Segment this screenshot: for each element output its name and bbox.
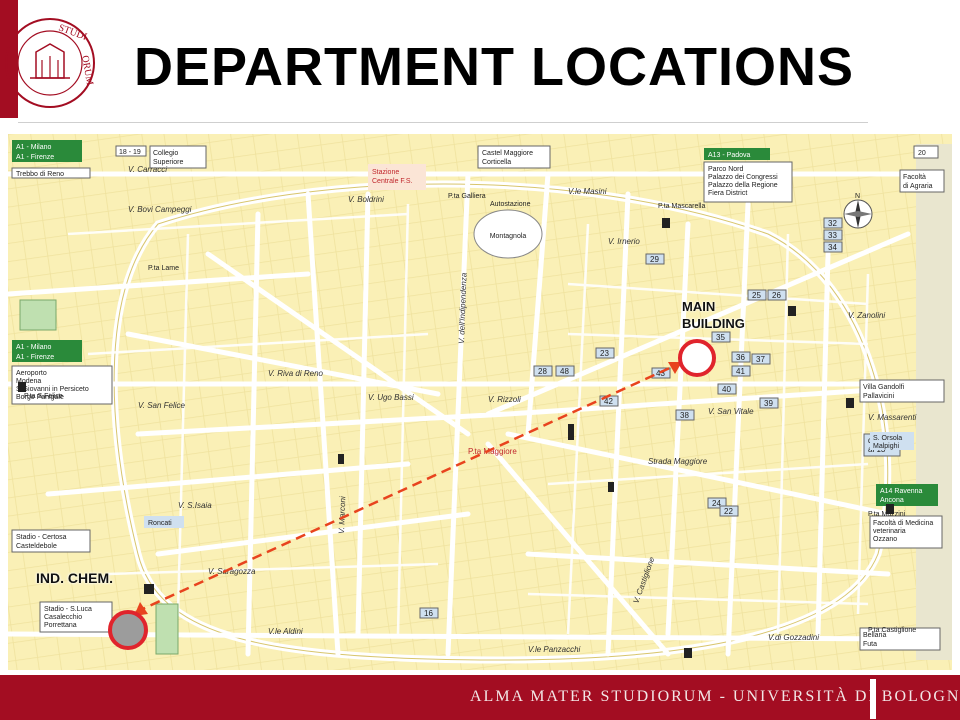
page-title: DEPARTMENT LOCATIONS [134,37,854,97]
svg-text:V.le Masini: V.le Masini [568,187,607,196]
svg-text:28: 28 [538,367,547,376]
svg-text:23: 23 [600,349,609,358]
svg-text:Castel Maggiore: Castel Maggiore [482,150,533,157]
svg-text:35: 35 [716,333,725,342]
svg-text:di Agraria: di Agraria [903,183,933,190]
svg-text:V. Carracci: V. Carracci [128,165,167,174]
svg-text:V. Boldrini: V. Boldrini [348,195,384,204]
svg-text:Porrettana: Porrettana [44,622,77,629]
svg-text:Centrale F.S.: Centrale F.S. [372,178,413,185]
svg-text:Futa: Futa [863,641,877,648]
svg-text:Strada Maggiore: Strada Maggiore [648,457,708,466]
svg-text:Casalecchio: Casalecchio [44,614,82,621]
svg-text:Palazzo dei Congressi: Palazzo dei Congressi [708,174,778,181]
university-seal-logo: STUDI ORUM [5,18,95,108]
main-building-label: MAIN BUILDING [682,299,745,331]
svg-text:V. Massarenti: V. Massarenti [868,413,917,422]
svg-text:P.ta Mascarella: P.ta Mascarella [658,203,705,210]
svg-text:V. Bovi Campeggi: V. Bovi Campeggi [128,205,192,214]
svg-text:Montagnola: Montagnola [490,233,527,240]
footer-university-name: ALMA MATER STUDIORUM - UNIVERSITÀ DI BOL… [470,688,960,705]
svg-text:Aeroporto: Aeroporto [16,370,47,377]
svg-text:V. San Felice: V. San Felice [138,401,186,410]
svg-text:S. Orsola: S. Orsola [873,435,902,442]
svg-text:Fiera District: Fiera District [708,190,747,197]
svg-text:Trebbo di Reno: Trebbo di Reno [16,171,64,178]
svg-text:Facoltà di Medicina: Facoltà di Medicina [873,520,933,527]
svg-text:Ancona: Ancona [880,497,904,504]
svg-text:V. S.Isaia: V. S.Isaia [178,501,212,510]
svg-text:Parco Nord: Parco Nord [708,166,744,173]
svg-text:18 - 19: 18 - 19 [119,149,141,156]
svg-text:Corticella: Corticella [482,159,511,166]
svg-text:V.le Panzacchi: V.le Panzacchi [528,645,581,654]
svg-text:16: 16 [424,609,433,618]
svg-text:20: 20 [918,150,926,157]
svg-text:Ozzano: Ozzano [873,536,897,543]
svg-text:Autostazione: Autostazione [490,201,531,208]
svg-text:V. San Vitale: V. San Vitale [708,407,754,416]
svg-text:V. Riva di Reno: V. Riva di Reno [268,369,324,378]
title-divider [18,122,868,123]
svg-text:36: 36 [736,353,745,362]
svg-text:37: 37 [756,355,765,364]
svg-text:V. Ugo Bassi: V. Ugo Bassi [368,393,414,402]
svg-text:Stazione: Stazione [372,169,399,176]
svg-text:29: 29 [650,255,659,264]
svg-text:S.Giovanni in Persiceto: S.Giovanni in Persiceto [16,386,89,393]
svg-text:Collegio: Collegio [153,150,178,157]
city-map: Montagnola A1 - Milano A1 - Firenze Treb… [8,134,952,670]
svg-text:A1 - Milano: A1 - Milano [16,344,52,351]
svg-text:Facoltà: Facoltà [903,174,926,181]
svg-text:V.di Gozzadini: V.di Gozzadini [768,633,819,642]
svg-text:V. Irnerio: V. Irnerio [608,237,640,246]
city-map-graphic: Montagnola A1 - Milano A1 - Firenze Treb… [8,134,952,670]
svg-text:Roncati: Roncati [148,520,172,527]
svg-text:Villa Gandolfi: Villa Gandolfi [863,384,905,391]
svg-text:48: 48 [560,367,569,376]
svg-text:P.ta S.Felice: P.ta S.Felice [24,393,63,400]
svg-text:A13 - Padova: A13 - Padova [708,152,751,159]
svg-text:N: N [855,193,860,200]
footer-divider [870,679,876,719]
svg-text:38: 38 [680,411,689,420]
svg-text:34: 34 [828,243,837,252]
svg-text:Stadio - S.Luca: Stadio - S.Luca [44,606,92,613]
svg-text:Casteldebole: Casteldebole [16,543,57,550]
svg-text:Stadio - Certosa: Stadio - Certosa [16,534,67,541]
footer-bar: ALMA MATER STUDIORUM - UNIVERSITÀ DI BOL… [0,675,960,720]
svg-text:32: 32 [828,219,837,228]
svg-text:A1 - Milano: A1 - Milano [16,144,52,151]
svg-text:33: 33 [828,231,837,240]
svg-text:A1 - Firenze: A1 - Firenze [16,354,54,361]
svg-text:A14 Ravenna: A14 Ravenna [880,488,923,495]
ind-chem-label: IND. CHEM. [36,570,113,586]
svg-text:Palazzo della Regione: Palazzo della Regione [708,182,778,189]
svg-text:V. Zanolini: V. Zanolini [848,311,885,320]
svg-text:41: 41 [736,367,745,376]
svg-text:Malpighi: Malpighi [873,443,900,450]
main-building-marker[interactable] [678,339,716,377]
svg-text:39: 39 [764,399,773,408]
ind-chem-marker[interactable] [108,610,148,650]
svg-text:Pallavicini: Pallavicini [863,393,895,400]
svg-text:P.ta Galliera: P.ta Galliera [448,193,486,200]
svg-text:40: 40 [722,385,731,394]
svg-text:veterinaria: veterinaria [873,528,906,535]
svg-text:22: 22 [724,507,733,516]
svg-text:V.le Aldini: V.le Aldini [268,627,303,636]
svg-text:P.ta Lame: P.ta Lame [148,265,179,272]
svg-text:P.ta Castiglione: P.ta Castiglione [868,627,916,634]
svg-text:V. Rizzoli: V. Rizzoli [488,395,521,404]
svg-text:26: 26 [772,291,781,300]
svg-text:A1 - Firenze: A1 - Firenze [16,154,54,161]
